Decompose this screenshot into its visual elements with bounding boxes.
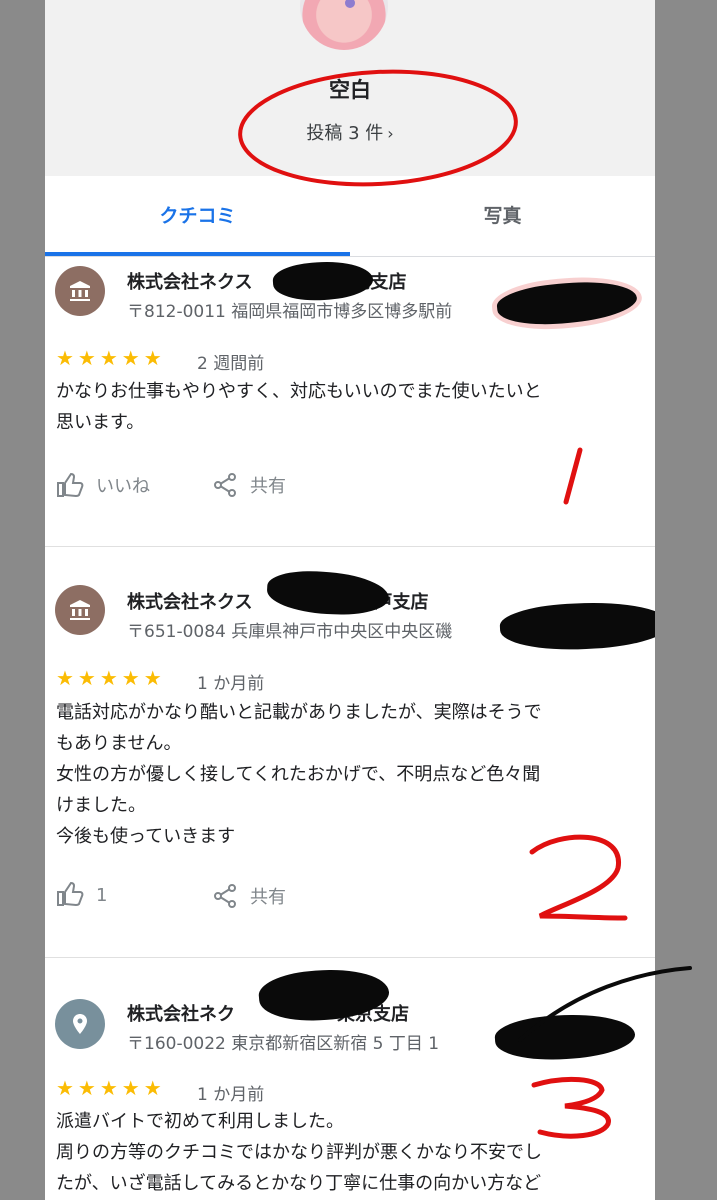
like-button[interactable]: いいね	[56, 472, 150, 500]
like-label: いいね	[96, 476, 150, 497]
place-address: 〒651-0084 兵庫県神戸市中央区中央区磯	[127, 622, 453, 642]
chevron-right-icon: ›	[387, 124, 394, 143]
phone-screen: 空白 投稿 3 件› クチコミ 写真 株式会社ネクス福岡支店 〒812-0011…	[45, 0, 655, 1200]
thumb-up-icon	[57, 472, 84, 498]
place-name-prefix: 株式会社ネク	[127, 1004, 235, 1025]
place-name-prefix: 株式会社ネクス	[127, 592, 253, 613]
place-address: 〒160-0022 東京都新宿区新宿 5 丁目 1	[127, 1034, 440, 1054]
star-rating: ★★★★★	[56, 666, 166, 690]
share-label: 共有	[250, 887, 286, 908]
posts-count-link[interactable]: 投稿 3 件 ›	[45, 119, 655, 145]
like-button[interactable]: 1	[56, 881, 108, 909]
review-text: かなりお仕事もやりやすく、対応もいいのでまた使いたいと 思います。	[56, 381, 542, 433]
place-name-prefix: 株式会社ネクス	[127, 272, 253, 293]
review-date: 2 週間前	[197, 354, 265, 374]
review-text: 派遣バイトで初めて利用しました。 周りの方等のクチコミではかなり評判が悪くかなり…	[56, 1111, 542, 1194]
share-button[interactable]: 共有	[212, 883, 286, 911]
star-rating: ★★★★★	[56, 346, 166, 370]
place-address: 〒812-0011 福岡県福岡市博多区博多駅前	[127, 302, 453, 322]
review-date: 1 か月前	[197, 674, 265, 694]
avatar[interactable]	[300, 0, 388, 50]
bank-icon	[55, 585, 105, 635]
tab-reviews[interactable]: クチコミ	[45, 176, 350, 256]
review-date: 1 か月前	[197, 1085, 265, 1105]
share-icon	[214, 884, 236, 908]
review-text: 電話対応がかなり酷いと記載がありましたが、実際はそうで もありません。 女性の方…	[56, 702, 542, 847]
share-icon	[214, 473, 236, 497]
profile-name: 空白	[329, 78, 371, 102]
thumb-up-icon	[57, 881, 84, 907]
star-rating: ★★★★★	[56, 1076, 166, 1100]
tab-bar: クチコミ 写真	[45, 176, 655, 257]
posts-count-label: 投稿 3 件	[306, 123, 384, 144]
share-button[interactable]: 共有	[212, 472, 286, 500]
tab-photos[interactable]: 写真	[350, 176, 655, 256]
like-count: 1	[96, 885, 108, 906]
bank-icon	[55, 266, 105, 316]
map-pin-icon	[55, 999, 105, 1049]
share-label: 共有	[250, 476, 286, 497]
profile-header: 空白 投稿 3 件 ›	[45, 0, 655, 176]
